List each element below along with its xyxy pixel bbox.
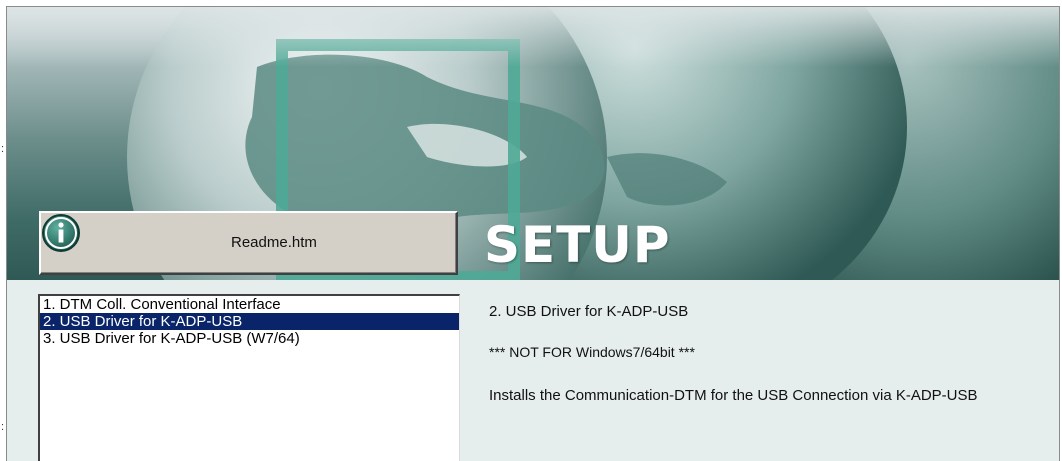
list-item[interactable]: 3. USB Driver for K-ADP-USB (W7/64) [40, 330, 459, 347]
detail-description: Installs the Communication-DTM for the U… [489, 387, 978, 404]
detail-warning: *** NOT FOR Windows7/64bit *** [489, 344, 695, 360]
info-icon [42, 214, 80, 252]
list-item-selected[interactable]: 2. USB Driver for K-ADP-USB [40, 313, 459, 330]
setup-content: 1. DTM Coll. Conventional Interface 2. U… [7, 280, 1059, 461]
readme-button-label: Readme.htm [231, 234, 317, 251]
setup-title: SETUP [484, 216, 671, 274]
edge-marker: : [1, 421, 5, 433]
setup-window: SETUP Readme.htm 1. DTM Coll. Convention… [6, 6, 1060, 461]
readme-button[interactable]: Readme.htm [39, 211, 458, 275]
setup-banner: SETUP Readme.htm [7, 7, 1059, 280]
component-listbox[interactable]: 1. DTM Coll. Conventional Interface 2. U… [38, 294, 460, 461]
detail-title: 2. USB Driver for K-ADP-USB [489, 303, 689, 320]
edge-marker: : [1, 143, 5, 155]
list-item[interactable]: 1. DTM Coll. Conventional Interface [40, 296, 459, 313]
